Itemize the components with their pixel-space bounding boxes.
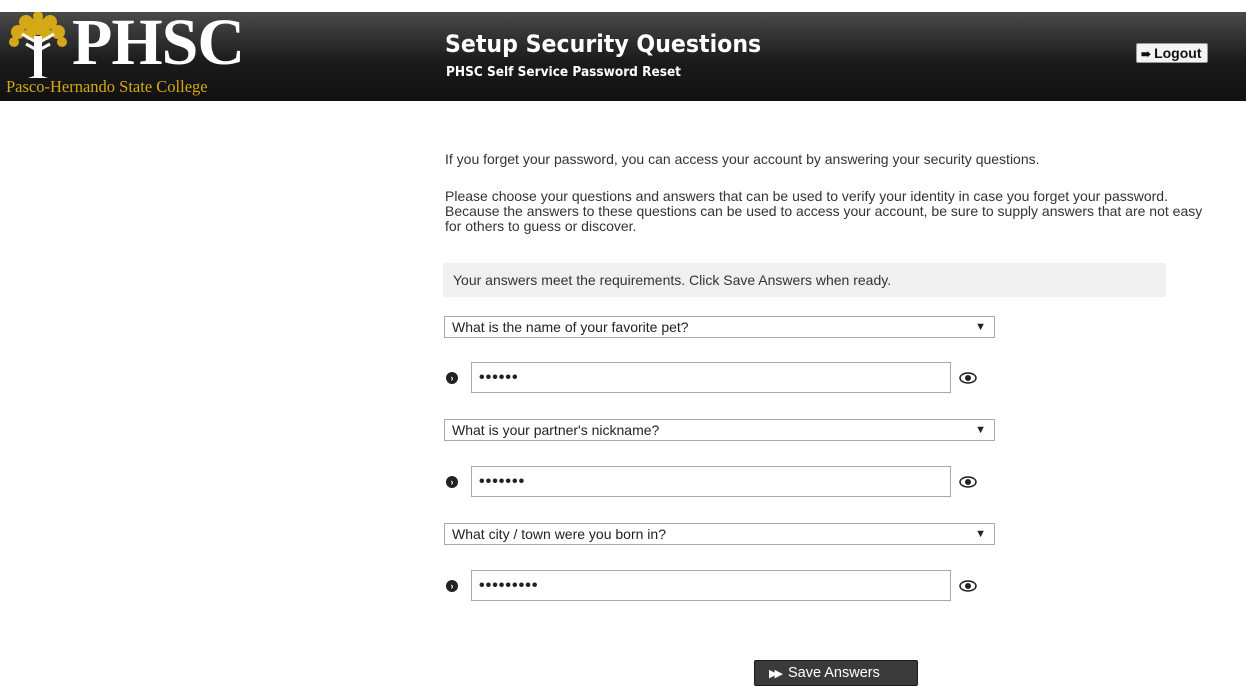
fast-forward-icon: ▶▶ — [769, 668, 783, 680]
logout-button[interactable]: ➠ Logout — [1136, 43, 1209, 63]
save-answers-label: Save Answers — [787, 665, 880, 681]
logout-icon: ➠ — [1141, 47, 1152, 61]
question-select-value: What is your partner's nickname? — [452, 422, 660, 438]
dropdown-arrow-icon: ▼ — [975, 424, 986, 436]
college-logo: PHSC Pasco-Hernando State College — [6, 6, 266, 101]
show-password-icon[interactable] — [958, 579, 978, 593]
chevron-right-icon: › — [446, 476, 458, 488]
question-select-3[interactable]: What city / town were you born in? ▼ — [444, 523, 995, 545]
page-title: Setup Security Questions — [445, 30, 762, 58]
tree-icon — [9, 12, 67, 78]
chevron-right-icon: › — [446, 580, 458, 592]
logo-subtext: Pasco-Hernando State College — [6, 77, 208, 96]
answer-field-1[interactable]: •••••• — [471, 362, 951, 393]
dropdown-arrow-icon: ▼ — [975, 528, 986, 540]
logout-label: Logout — [1154, 45, 1202, 61]
header: PHSC Pasco-Hernando State College Setup … — [0, 6, 1246, 101]
logo-text: PHSC — [72, 6, 245, 79]
chevron-right-icon: › — [446, 372, 458, 384]
status-message: Your answers meet the requirements. Clic… — [443, 263, 1166, 297]
answer-field-3[interactable]: ••••••••• — [471, 570, 951, 601]
save-answers-button[interactable]: ▶▶ Save Answers — [754, 660, 918, 686]
show-password-icon[interactable] — [958, 371, 978, 385]
question-select-2[interactable]: What is your partner's nickname? ▼ — [444, 419, 995, 441]
dropdown-arrow-icon: ▼ — [975, 321, 986, 333]
page-subtitle: PHSC Self Service Password Reset — [446, 64, 681, 80]
question-select-1[interactable]: What is the name of your favorite pet? ▼ — [444, 316, 995, 338]
instructions-paragraph: Please choose your questions and answers… — [445, 188, 1203, 234]
question-select-value: What city / town were you born in? — [452, 526, 666, 542]
answer-field-2[interactable]: ••••••• — [471, 466, 951, 497]
intro-paragraph: If you forget your password, you can acc… — [445, 151, 1040, 167]
show-password-icon[interactable] — [958, 475, 978, 489]
question-select-value: What is the name of your favorite pet? — [452, 319, 689, 335]
